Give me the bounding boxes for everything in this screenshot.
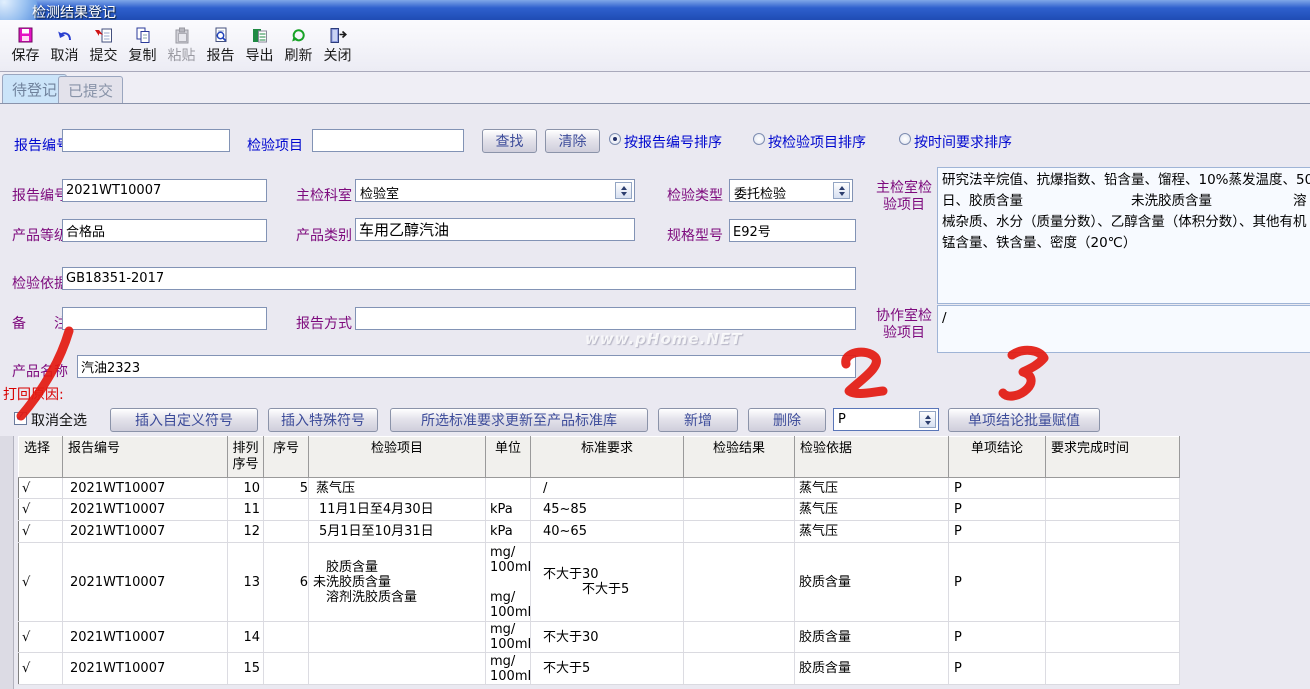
- test-basis-input[interactable]: [62, 267, 856, 290]
- export-icon: [250, 26, 270, 44]
- header-basis[interactable]: 检验依据: [795, 437, 949, 478]
- undo-icon: [55, 26, 75, 44]
- copy-icon: [133, 26, 153, 44]
- save-icon: [16, 26, 36, 44]
- save-button[interactable]: 保存: [6, 20, 45, 71]
- table-row[interactable]: √ 2021WT10007 11 11月1日至4月30日 kPa 45~85 蒸…: [19, 499, 1180, 521]
- product-grade-label: 产品等级: [12, 225, 68, 245]
- main-dept-label: 主检科室: [296, 185, 352, 205]
- header-seq[interactable]: 序号: [264, 437, 309, 478]
- test-type-label: 检验类型: [667, 185, 723, 205]
- sort-by-time-radio[interactable]: [899, 133, 911, 145]
- title-bar: 检测结果登记: [0, 0, 1310, 20]
- search-item-label: 检验项目: [247, 135, 303, 155]
- undo-button[interactable]: 取消: [45, 20, 84, 71]
- row-check-mark[interactable]: √: [19, 478, 63, 499]
- main-items-label: 主检室检 验项目: [874, 180, 934, 214]
- header-unit[interactable]: 单位: [486, 437, 531, 478]
- submit-button[interactable]: 提交: [84, 20, 123, 71]
- close-icon: [328, 26, 348, 44]
- coop-items-textarea[interactable]: /: [937, 305, 1310, 353]
- table-header-row: 选择 报告编号 排列 序号 序号 检验项目 单位 标准要求 检验结果 检验依据 …: [19, 437, 1180, 478]
- table-row[interactable]: √ 2021WT10007 10 5 蒸气压 / 蒸气压 P: [19, 478, 1180, 499]
- report-no-label: 报告编号: [12, 185, 68, 205]
- update-standard-button[interactable]: 所选标准要求更新至产品标准库: [390, 408, 648, 432]
- test-type-select[interactable]: 委托检验: [729, 179, 853, 202]
- report-method-input[interactable]: [355, 307, 856, 330]
- export-button[interactable]: 导出: [240, 20, 279, 71]
- row-check-mark[interactable]: √: [19, 622, 63, 653]
- find-button[interactable]: 查找: [482, 129, 537, 153]
- clear-button[interactable]: 清除: [545, 129, 600, 153]
- spinner-icon[interactable]: [833, 182, 850, 199]
- sort-by-time-label: 按时间要求排序: [914, 132, 1012, 152]
- product-grade-input[interactable]: [62, 219, 267, 242]
- report-no-input[interactable]: [62, 179, 267, 202]
- spec-model-label: 规格型号: [667, 225, 723, 245]
- batch-assign-button[interactable]: 单项结论批量赋值: [948, 408, 1100, 432]
- table-row[interactable]: √ 2021WT10007 15 mg/ 100mL 不大于5 胶质含量 P: [19, 653, 1180, 685]
- add-button[interactable]: 新增: [658, 408, 738, 432]
- header-check[interactable]: 选择: [19, 437, 63, 478]
- remark-label: 备 注: [12, 313, 68, 333]
- header-item[interactable]: 检验项目: [309, 437, 486, 478]
- sort-by-report-no-label: 按报告编号排序: [624, 132, 722, 152]
- spinner-icon[interactable]: [919, 411, 936, 428]
- remark-input[interactable]: [62, 307, 267, 330]
- table-row[interactable]: √ 2021WT10007 12 5月1日至10月31日 kPa 40~65 蒸…: [19, 521, 1180, 543]
- spinner-icon[interactable]: [615, 182, 632, 199]
- product-name-label: 产品名称: [12, 361, 68, 381]
- delete-button[interactable]: 删除: [748, 408, 826, 432]
- insert-special-symbol-button[interactable]: 插入特殊符号: [268, 408, 378, 432]
- tab-submitted[interactable]: 已提交: [58, 76, 123, 103]
- row-check-mark[interactable]: √: [19, 543, 63, 622]
- product-category-label: 产品类别: [296, 225, 352, 245]
- report-method-label: 报告方式: [296, 313, 352, 333]
- submit-icon: [94, 26, 114, 44]
- test-basis-label: 检验依据: [12, 273, 68, 293]
- tab-strip: 待登记 已提交: [0, 72, 1310, 104]
- uncheck-all-label: 取消全选: [31, 410, 87, 430]
- uncheck-all-checkbox[interactable]: [14, 412, 27, 425]
- watermark: www.pHome.NET: [585, 330, 742, 348]
- row-check-mark[interactable]: √: [19, 499, 63, 521]
- table-row[interactable]: √ 2021WT10007 13 6 胶质含量 未洗胶质含量 溶剂洗胶质含量 m…: [19, 543, 1180, 622]
- report-button[interactable]: 报告: [201, 20, 240, 71]
- header-due[interactable]: 要求完成时间: [1046, 437, 1180, 478]
- copy-button[interactable]: 复制: [123, 20, 162, 71]
- search-report-no-input[interactable]: [62, 129, 230, 152]
- row-check-mark[interactable]: √: [19, 521, 63, 543]
- paste-button: 粘贴: [162, 20, 201, 71]
- spec-model-input[interactable]: [729, 219, 856, 242]
- product-category-input[interactable]: [355, 218, 635, 241]
- refresh-button[interactable]: 刷新: [279, 20, 318, 71]
- reject-reason-label: 打回原因:: [3, 384, 64, 404]
- paste-icon: [172, 26, 192, 44]
- refresh-icon: [289, 26, 309, 44]
- header-result[interactable]: 检验结果: [684, 437, 795, 478]
- close-button[interactable]: 关闭: [318, 20, 357, 71]
- toolbar: 保存 取消 提交 复制 粘贴 报告 导出 刷新 关闭: [0, 20, 1310, 72]
- results-table: 选择 报告编号 排列 序号 序号 检验项目 单位 标准要求 检验结果 检验依据 …: [18, 436, 1180, 685]
- row-check-mark[interactable]: √: [19, 653, 63, 685]
- header-report-no[interactable]: 报告编号: [63, 437, 228, 478]
- sort-by-item-radio[interactable]: [753, 133, 765, 145]
- sort-by-report-no-radio[interactable]: [609, 133, 621, 145]
- main-items-textarea[interactable]: 研究法辛烷值、抗爆指数、铅含量、馏程、10%蒸发温度、50%蒸 日、胶质含量 未…: [937, 167, 1310, 304]
- main-dept-select[interactable]: 检验室: [355, 179, 635, 202]
- report-icon: [211, 26, 231, 44]
- conclusion-select[interactable]: P: [833, 408, 939, 431]
- header-conclusion[interactable]: 单项结论: [949, 437, 1046, 478]
- insert-custom-symbol-button[interactable]: 插入自定义符号: [110, 408, 258, 432]
- sort-by-item-label: 按检验项目排序: [768, 132, 866, 152]
- search-item-input[interactable]: [312, 129, 464, 152]
- window-title: 检测结果登记: [32, 2, 116, 20]
- coop-items-label: 协作室检 验项目: [874, 308, 934, 342]
- header-order-no[interactable]: 排列 序号: [228, 437, 264, 478]
- header-requirement[interactable]: 标准要求: [531, 437, 684, 478]
- table-row[interactable]: √ 2021WT10007 14 mg/ 100mL 不大于30 胶质含量 P: [19, 622, 1180, 653]
- row-selector-strip: [0, 436, 14, 689]
- product-name-input[interactable]: [77, 355, 856, 378]
